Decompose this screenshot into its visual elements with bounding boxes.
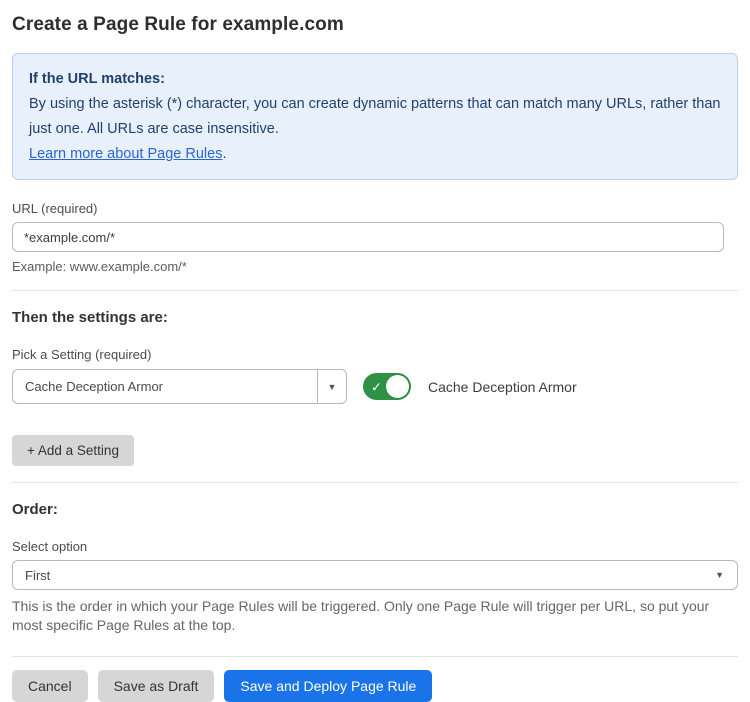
setting-row: Cache Deception Armor ▼ ✓ Cache Deceptio… <box>12 369 738 404</box>
settings-section-heading: Then the settings are: <box>12 309 738 326</box>
order-select[interactable]: First ▼ <box>12 560 738 590</box>
url-match-info-box: If the URL matches: By using the asteris… <box>12 53 738 180</box>
check-icon: ✓ <box>371 380 382 393</box>
create-page-rule-form: Create a Page Rule for example.com If th… <box>0 0 750 702</box>
order-helper-text: This is the order in which your Page Rul… <box>12 597 724 635</box>
setting-select[interactable]: Cache Deception Armor ▼ <box>12 369 347 404</box>
url-field-label: URL (required) <box>12 201 738 216</box>
info-box-link-line: Learn more about Page Rules. <box>29 142 721 167</box>
url-helper-text: Example: www.example.com/* <box>12 259 738 274</box>
section-divider <box>12 482 738 483</box>
learn-more-link[interactable]: Learn more about Page Rules <box>29 146 222 162</box>
footer-actions: Cancel Save as Draft Save and Deploy Pag… <box>12 670 738 702</box>
pick-setting-label: Pick a Setting (required) <box>12 347 738 362</box>
info-box-body: By using the asterisk (*) character, you… <box>29 92 721 142</box>
footer-divider <box>12 656 738 657</box>
info-box-heading: If the URL matches: <box>29 67 721 92</box>
chevron-down-icon: ▼ <box>715 570 737 580</box>
save-as-draft-button[interactable]: Save as Draft <box>98 670 215 702</box>
cache-deception-armor-toggle[interactable]: ✓ <box>363 373 411 400</box>
section-divider <box>12 290 738 291</box>
chevron-down-icon: ▼ <box>328 382 337 392</box>
page-title: Create a Page Rule for example.com <box>12 14 738 36</box>
order-select-value: First <box>13 568 715 583</box>
order-select-label: Select option <box>12 539 738 554</box>
cancel-button[interactable]: Cancel <box>12 670 88 702</box>
setting-select-caret-button[interactable]: ▼ <box>317 370 346 403</box>
add-setting-button[interactable]: + Add a Setting <box>12 435 134 466</box>
save-and-deploy-button[interactable]: Save and Deploy Page Rule <box>224 670 432 702</box>
order-section-heading: Order: <box>12 501 738 518</box>
toggle-label: Cache Deception Armor <box>428 379 577 395</box>
setting-select-value: Cache Deception Armor <box>13 379 317 394</box>
link-suffix: . <box>222 146 226 162</box>
url-input[interactable] <box>12 222 724 252</box>
toggle-knob <box>386 375 409 398</box>
